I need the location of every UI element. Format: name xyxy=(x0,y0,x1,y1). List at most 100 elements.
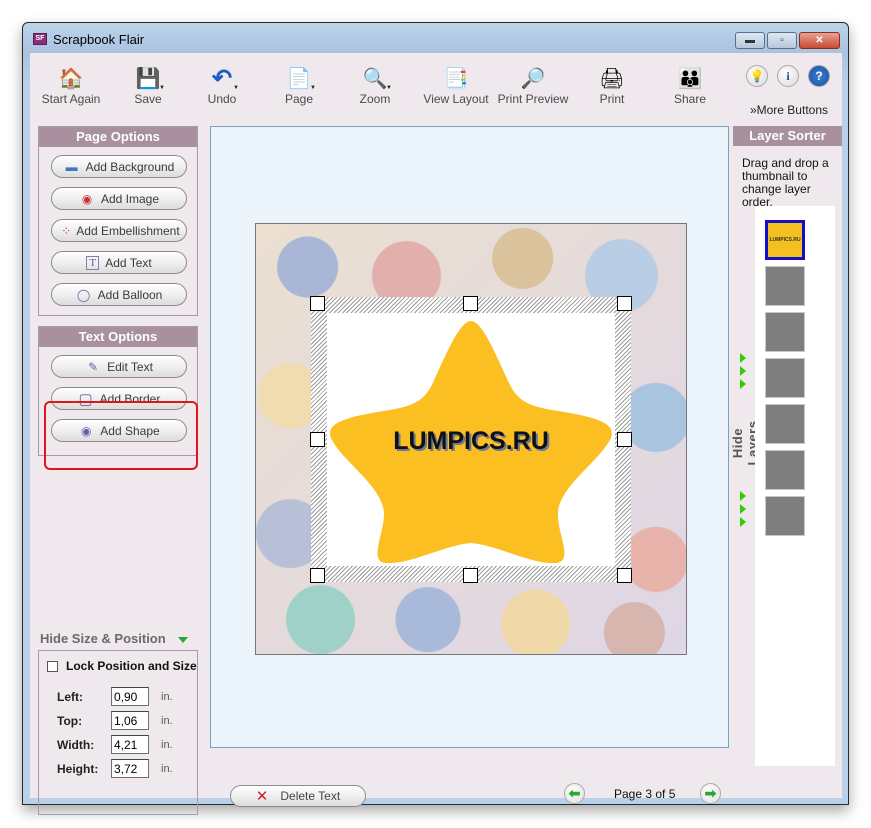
minimize-button[interactable]: ▬ xyxy=(735,32,765,49)
add-text-button[interactable]: T Add Text xyxy=(51,251,187,274)
width-unit: in. xyxy=(161,738,173,751)
star-text[interactable]: LUMPICS.RU xyxy=(311,427,631,456)
view-layout-label: View Layout xyxy=(423,92,489,106)
maximize-button[interactable]: ▫ xyxy=(767,32,797,49)
more-buttons-link[interactable]: »More Buttons xyxy=(750,103,828,117)
add-image-label: Add Image xyxy=(100,191,160,206)
layer-thumbnail[interactable] xyxy=(765,266,805,306)
magnifier-icon: 🔍 ▼ xyxy=(362,67,392,92)
print-preview-label: Print Preview xyxy=(497,92,569,106)
height-field-row: Height: in. xyxy=(57,759,173,778)
app-icon: SF xyxy=(33,33,47,45)
height-input[interactable] xyxy=(111,759,149,778)
zoom-button[interactable]: 🔍 ▼ Zoom xyxy=(330,65,420,107)
layer-thumbnail[interactable] xyxy=(765,404,805,444)
delete-text-label: Delete Text xyxy=(280,789,341,803)
top-label: Top: xyxy=(57,713,83,728)
add-balloon-button[interactable]: ◯ Add Balloon xyxy=(51,283,187,306)
add-background-button[interactable]: ▬ Add Background xyxy=(51,155,187,178)
print-button[interactable]: 🖨 Print xyxy=(567,65,657,107)
expand-triangle-icon xyxy=(740,491,746,501)
resize-handle-s[interactable] xyxy=(463,568,478,583)
resize-handle-w[interactable] xyxy=(310,432,325,447)
layer-sorter-title: Layer Sorter xyxy=(733,126,842,146)
printer-icon: 🖨 xyxy=(599,67,625,90)
lightbulb-icon[interactable]: 💡 xyxy=(746,65,768,87)
text-icon: T xyxy=(86,255,100,270)
floppy-disk-icon: 💾 ▼ xyxy=(135,67,165,92)
left-field-row: Left: in. xyxy=(57,687,173,706)
scrapbook-page[interactable]: LUMPICS.RU xyxy=(255,223,687,655)
canvas-area[interactable]: LUMPICS.RU xyxy=(210,126,729,748)
house-icon: 🏠 xyxy=(58,67,84,90)
pages-icon: 📄 ▼ xyxy=(286,67,316,92)
resize-handle-se[interactable] xyxy=(617,568,632,583)
page-label: Page xyxy=(284,92,314,106)
height-label: Height: xyxy=(57,761,99,776)
top-unit: in. xyxy=(161,714,173,727)
collapse-triangle-icon[interactable] xyxy=(178,637,188,643)
embellishment-icon: ⁘ xyxy=(61,223,72,238)
zoom-label: Zoom xyxy=(359,92,391,106)
expand-triangle-icon xyxy=(740,504,746,514)
edit-text-button[interactable]: ✎ Edit Text xyxy=(51,355,187,378)
background-icon: ▬ xyxy=(65,159,78,174)
toolbar: 🏠 Start Again 💾 ▼ Save ↶ ▼ Undo 📄 ▼ Page 🔍 ▼… xyxy=(30,53,842,117)
width-field-row: Width: in. xyxy=(57,735,173,754)
expand-triangle-icon xyxy=(740,353,746,363)
window-title: Scrapbook Flair xyxy=(53,32,145,47)
top-input[interactable] xyxy=(111,711,149,730)
share-button[interactable]: 👪 Share xyxy=(645,65,735,107)
next-page-button[interactable]: ➡ xyxy=(700,783,721,804)
add-text-label: Add Text xyxy=(105,255,152,270)
expand-triangle-icon xyxy=(740,379,746,389)
left-input[interactable] xyxy=(111,687,149,706)
share-label: Share xyxy=(673,92,707,106)
edit-text-icon: ✎ xyxy=(88,359,99,374)
layer-thumbnail[interactable] xyxy=(765,450,805,490)
close-button[interactable]: ✕ xyxy=(799,32,840,49)
resize-handle-sw[interactable] xyxy=(310,568,325,583)
left-label: Left: xyxy=(57,689,83,704)
previous-page-button[interactable]: ⬅ xyxy=(564,783,585,804)
resize-handle-nw[interactable] xyxy=(310,296,325,311)
layer-thumbnail-active[interactable]: LUMPICS.RU xyxy=(765,220,805,260)
client-area: 🏠 Start Again 💾 ▼ Save ↶ ▼ Undo 📄 ▼ Page 🔍 ▼… xyxy=(30,53,842,815)
add-embellishment-label: Add Embellishment xyxy=(76,223,180,238)
help-icon[interactable]: ? xyxy=(808,65,830,87)
layer-thumbnail[interactable] xyxy=(765,496,805,536)
add-background-label: Add Background xyxy=(85,159,175,174)
height-unit: in. xyxy=(161,762,173,775)
view-layout-icon: 📑 xyxy=(443,67,469,90)
hide-size-position-toggle[interactable]: Hide Size & Position xyxy=(40,631,166,646)
layer-sorter-help: Drag and drop a thumbnail to change laye… xyxy=(742,156,829,209)
hide-layers-toggle[interactable]: Hide Layers xyxy=(730,353,760,533)
print-preview-button[interactable]: 🔎 Print Preview xyxy=(488,65,578,107)
text-options-title: Text Options xyxy=(39,327,197,347)
save-label: Save xyxy=(134,92,162,106)
add-embellishment-button[interactable]: ⁘ Add Embellishment xyxy=(51,219,187,242)
layer-thumbnail-list: LUMPICS.RU xyxy=(755,206,835,766)
lock-position-checkbox[interactable] xyxy=(47,660,58,672)
print-label: Print xyxy=(599,92,625,106)
people-share-icon: 👪 xyxy=(677,67,703,90)
title-bar[interactable]: SF Scrapbook Flair ▬ ▫ ✕ xyxy=(23,23,848,53)
layer-thumbnail[interactable] xyxy=(765,358,805,398)
top-field-row: Top: in. xyxy=(57,711,173,730)
page-options-title: Page Options xyxy=(39,127,197,147)
lock-position-checkbox-row[interactable]: Lock Position and Size xyxy=(47,659,197,673)
expand-triangle-icon xyxy=(740,517,746,527)
expand-triangle-icon xyxy=(740,366,746,376)
width-input[interactable] xyxy=(111,735,149,754)
resize-handle-ne[interactable] xyxy=(617,296,632,311)
width-label: Width: xyxy=(57,737,95,752)
resize-handle-e[interactable] xyxy=(617,432,632,447)
selected-text-object[interactable]: LUMPICS.RU xyxy=(310,296,632,583)
info-icon[interactable]: i xyxy=(777,65,799,87)
resize-handle-n[interactable] xyxy=(463,296,478,311)
delete-text-button[interactable]: ✕ Delete Text xyxy=(230,785,366,807)
add-image-button[interactable]: ◉ Add Image xyxy=(51,187,187,210)
layer-thumbnail[interactable] xyxy=(765,312,805,352)
highlight-annotation xyxy=(44,401,198,470)
page-options-panel: Page Options ▬ Add Background ◉ Add Imag… xyxy=(38,126,198,316)
